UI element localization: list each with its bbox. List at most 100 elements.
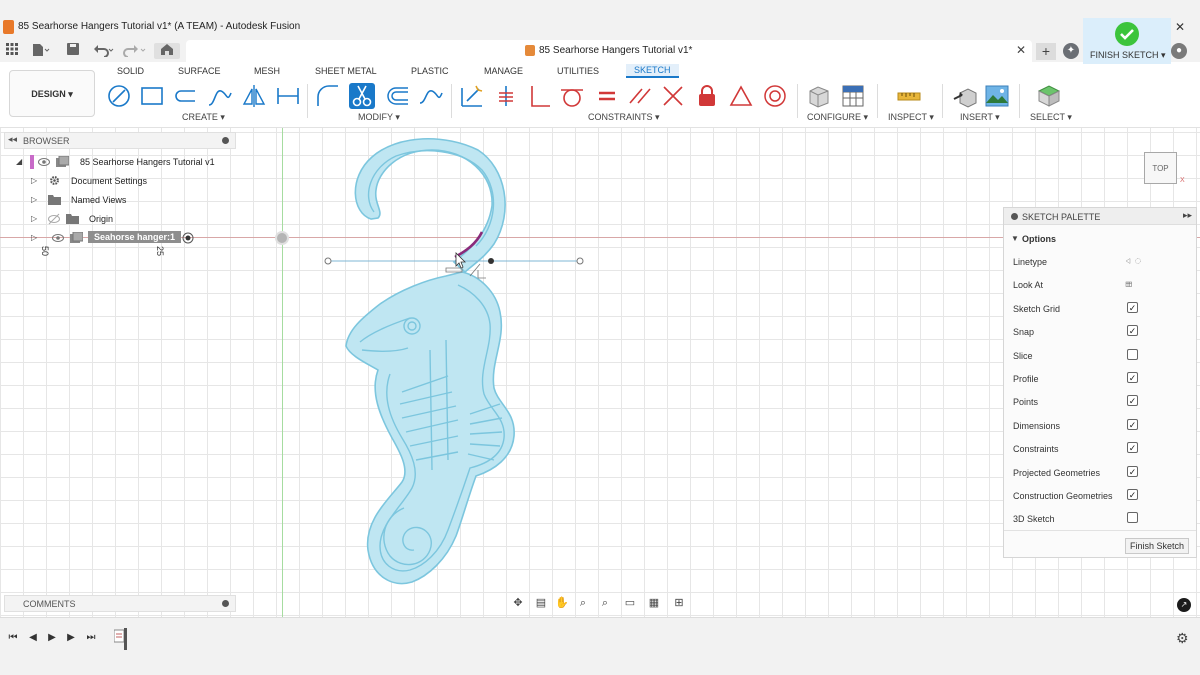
visibility-eye-icon[interactable] <box>38 156 50 168</box>
palette-option-points[interactable]: Points ✓ <box>1013 394 1188 410</box>
options-collapse-icon[interactable]: ▼ <box>1011 234 1019 243</box>
home-icon[interactable] <box>154 43 180 59</box>
viewports-icon[interactable]: ⊞ <box>672 596 686 610</box>
checkbox[interactable]: ✓ <box>1127 325 1138 337</box>
palette-pin-icon[interactable] <box>1011 213 1018 220</box>
step-forward-icon[interactable]: ▶ <box>65 632 77 644</box>
palette-option-sketch-grid[interactable]: Sketch Grid ✓ <box>1013 301 1188 317</box>
palette-option-constraints[interactable]: Constraints ✓ <box>1013 441 1188 457</box>
grid-snaps-icon[interactable]: ▦ <box>647 596 661 610</box>
expand-arrow-icon[interactable]: ▷ <box>31 176 37 185</box>
options-section-title[interactable]: Options <box>1022 234 1056 244</box>
checkbox[interactable]: ✓ <box>1127 395 1138 407</box>
palette-option-projected-geometries[interactable]: Projected Geometries ✓ <box>1013 465 1188 481</box>
spline-tool-icon[interactable] <box>207 83 233 109</box>
tab-mesh[interactable]: MESH <box>254 66 280 76</box>
linetype-icon[interactable] <box>1125 254 1141 268</box>
select-menu[interactable]: SELECT ▾ <box>1030 112 1072 123</box>
expand-panel-icon[interactable]: ▸▸ <box>1183 210 1192 221</box>
orbit-icon[interactable]: ✥ <box>511 596 525 610</box>
panel-pin-icon[interactable] <box>222 137 229 144</box>
pan-hand-icon[interactable]: ✋ <box>555 596 569 610</box>
insert-canvas-image-icon[interactable] <box>984 83 1010 109</box>
play-icon[interactable]: ▶ <box>46 632 58 644</box>
concentric-constraint-icon[interactable] <box>762 83 788 109</box>
tree-item-named-views[interactable]: ▷ Named Views <box>28 192 218 208</box>
rectangle-tool-icon[interactable] <box>139 83 165 109</box>
expand-arrow-icon[interactable]: ▷ <box>31 214 37 223</box>
tree-item-origin[interactable]: ▷ Origin <box>28 211 218 227</box>
trim-tool-icon[interactable] <box>349 83 375 109</box>
tab-manage[interactable]: MANAGE <box>484 66 523 76</box>
measure-tool-icon[interactable] <box>896 83 922 109</box>
user-avatar[interactable]: ● <box>1171 43 1187 59</box>
extensions-icon[interactable]: ✦ <box>1063 43 1079 59</box>
checkbox[interactable]: ✓ <box>1127 418 1138 430</box>
display-settings-icon[interactable]: ▭ <box>623 596 637 610</box>
finish-sketch-button[interactable]: FINISH SKETCH ▾ <box>1083 18 1171 64</box>
inspect-menu[interactable]: INSPECT ▾ <box>888 112 934 123</box>
redo-icon[interactable] <box>122 43 148 59</box>
modify-menu[interactable]: MODIFY ▾ <box>358 112 400 123</box>
tab-surface[interactable]: SURFACE <box>178 66 221 76</box>
symmetry-constraint-icon[interactable] <box>728 83 754 109</box>
visibility-eye-icon[interactable] <box>52 232 64 244</box>
palette-option-snap[interactable]: Snap ✓ <box>1013 324 1188 340</box>
zoom-icon[interactable]: ⌕ <box>576 596 590 610</box>
collapse-panel-icon[interactable]: ◂◂ <box>8 134 17 145</box>
parallel-constraint-icon[interactable] <box>627 83 653 109</box>
timeline-settings-gear-icon[interactable]: ⚙ <box>1176 630 1189 647</box>
fix-lock-icon[interactable] <box>694 83 720 109</box>
close-tab-icon[interactable]: ✕ <box>1016 43 1026 57</box>
expand-arrow-icon[interactable]: ▷ <box>31 233 37 242</box>
browser-panel-header[interactable]: ◂◂ BROWSER <box>4 132 236 149</box>
timeline-sketch-feature-icon[interactable] <box>114 628 128 650</box>
apps-grid-icon[interactable] <box>5 43 19 59</box>
palette-option-slice[interactable]: Slice <box>1013 348 1188 364</box>
palette-option-linetype[interactable]: Linetype <box>1013 254 1188 270</box>
go-to-end-icon[interactable]: ⏭ <box>85 632 97 644</box>
look-at-icon[interactable]: ▤ <box>534 596 548 610</box>
insert-derive-icon[interactable] <box>952 83 978 109</box>
change-parameters-icon[interactable] <box>418 83 444 109</box>
checkbox[interactable]: ✓ <box>1127 372 1138 383</box>
file-menu-icon[interactable] <box>31 43 51 59</box>
activate-radio-icon[interactable] <box>182 232 194 244</box>
look-at-icon[interactable] <box>1125 277 1141 291</box>
save-icon[interactable] <box>66 43 80 59</box>
palette-option-construction-geometries[interactable]: Construction Geometries ✓ <box>1013 488 1188 504</box>
sketch-palette-header[interactable]: SKETCH PALETTE ▸▸ <box>1004 208 1196 225</box>
tree-item-document-settings[interactable]: ▷ Document Settings <box>28 173 218 189</box>
viewcube[interactable]: TOP <box>1144 152 1177 184</box>
comments-panel-header[interactable]: COMMENTS <box>4 595 236 612</box>
configure-menu[interactable]: CONFIGURE ▾ <box>807 112 868 123</box>
tree-item-root[interactable]: ◢ 85 Searhorse Hangers Tutorial v1 <box>14 154 215 170</box>
comments-add-icon[interactable] <box>222 600 229 607</box>
configure-block-icon[interactable] <box>806 83 832 109</box>
line-tool-icon[interactable] <box>106 83 132 109</box>
midpoint-constraint-icon[interactable] <box>660 83 686 109</box>
select-tool-icon[interactable] <box>1036 83 1062 109</box>
checkbox[interactable]: ✓ <box>1127 301 1138 313</box>
new-tab-button[interactable]: + <box>1036 43 1056 60</box>
palette-option-profile[interactable]: Profile ✓ <box>1013 371 1188 387</box>
zoom-window-icon[interactable]: ⌕ <box>598 596 612 610</box>
expand-arrow-icon[interactable]: ▷ <box>31 195 37 204</box>
slot-tool-icon[interactable] <box>173 83 199 109</box>
go-to-start-icon[interactable]: ⏮ <box>7 632 19 644</box>
tangent-constraint-icon[interactable] <box>559 83 585 109</box>
palette-option-3d-sketch[interactable]: 3D Sketch <box>1013 511 1188 527</box>
fix-unfix-constraint-icon[interactable] <box>459 83 485 109</box>
offset-tool-icon[interactable] <box>384 83 410 109</box>
hidden-eye-icon[interactable] <box>48 213 60 225</box>
checkbox[interactable]: ✓ <box>1127 489 1138 500</box>
tab-sheet-metal[interactable]: SHEET METAL <box>315 66 377 76</box>
collapse-arrow-icon[interactable]: ◢ <box>16 157 22 166</box>
document-tab[interactable]: 85 Searhorse Hangers Tutorial v1* ✕ <box>186 40 1032 62</box>
workspace-switcher[interactable]: DESIGN ▾ <box>9 70 95 117</box>
seahorse-sketch[interactable]: .prof { fill: #bfe6f2; stroke: #7cc6de; … <box>300 128 620 617</box>
palette-option-dimensions[interactable]: Dimensions ✓ <box>1013 418 1188 434</box>
palette-option-look-at[interactable]: Look At <box>1013 277 1188 293</box>
palette-finish-sketch-button[interactable]: Finish Sketch <box>1125 538 1189 554</box>
close-window-button[interactable]: ✕ <box>1168 18 1192 36</box>
